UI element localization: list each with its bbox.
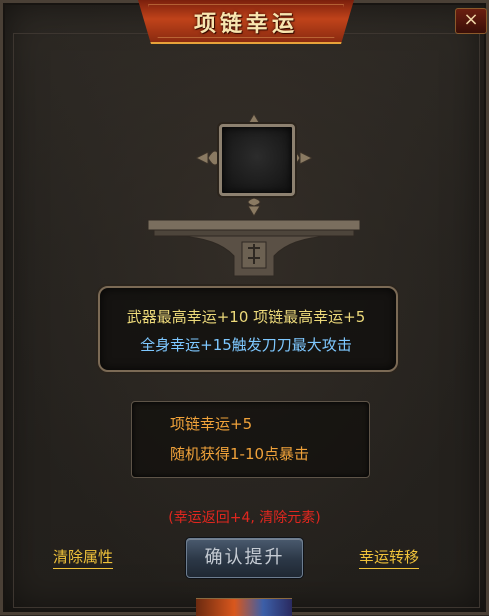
necklace-luck-result: 项链幸运+5 [170, 415, 253, 433]
clear-attributes-link[interactable]: 清除属性 [53, 546, 114, 569]
necklace-item-slot[interactable] [219, 124, 295, 196]
confirm-upgrade-button[interactable]: 确认提升 [186, 538, 303, 578]
full-luck-bonus-text: 全身幸运+15触发刀刀最大攻击 [140, 336, 352, 354]
max-luck-text: 武器最高幸运+10 项链最高幸运+5 [126, 308, 366, 326]
luck-transfer-link[interactable]: 幸运转移 [359, 546, 420, 569]
random-crit-result: 随机获得1-10点暴击 [170, 445, 310, 463]
luck-info-box [98, 286, 398, 372]
luck-return-note: (幸运返回+4, 清除元素) [168, 510, 321, 526]
bottom-orb-decoration [196, 598, 292, 616]
pedestal-ornament [148, 219, 360, 277]
window-title: 项链幸运 [193, 12, 298, 37]
close-button[interactable]: × [455, 8, 487, 34]
